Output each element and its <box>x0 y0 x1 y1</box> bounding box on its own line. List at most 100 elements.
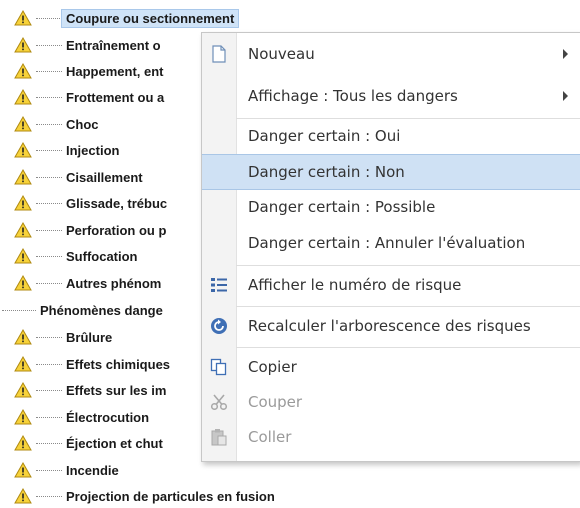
menu-item-label: Afficher le numéro de risque <box>248 276 462 294</box>
menu-item-copier[interactable]: Copier <box>202 350 580 384</box>
tree-connector <box>36 389 62 391</box>
warning-icon <box>14 142 32 158</box>
menu-item-label: Recalculer l'arborescence des risques <box>248 317 531 335</box>
tree-connector <box>36 123 62 125</box>
menu-item-label: Copier <box>248 358 297 376</box>
tree-item-label: Happement, ent <box>66 63 164 79</box>
tree-item[interactable]: Frottement ou a <box>14 85 164 109</box>
menu-item-couper[interactable]: Couper <box>202 385 580 419</box>
menu-item-recalculer[interactable]: Recalculer l'arborescence des risques <box>202 309 580 343</box>
warning-icon <box>14 169 32 185</box>
warning-icon <box>14 248 32 264</box>
warning-icon <box>14 329 32 345</box>
warning-icon <box>14 195 32 211</box>
copy-icon <box>210 358 227 376</box>
numbered-list-icon <box>211 278 227 292</box>
tree-item[interactable]: Éjection et chut <box>14 431 163 455</box>
tree-connector <box>36 229 62 231</box>
tree-connector <box>36 363 62 365</box>
tree-item[interactable]: Injection <box>14 138 119 162</box>
tree-item-label: Injection <box>66 142 120 158</box>
warning-icon <box>14 37 32 53</box>
submenu-arrow-icon <box>563 49 568 59</box>
paste-icon <box>211 429 227 446</box>
tree-connector <box>36 255 62 257</box>
tree-connector <box>36 17 62 19</box>
tree-connector <box>36 495 62 497</box>
tree-group-phenomenes[interactable]: Phénomènes dange <box>0 298 163 322</box>
scissors-icon <box>210 394 228 411</box>
tree-connector <box>36 416 62 418</box>
warning-icon <box>14 435 32 451</box>
menu-item-label: Danger certain : Oui <box>248 127 401 145</box>
tree-item-label: Autres phénom <box>66 275 162 291</box>
tree-item-label: Coupure ou sectionnement <box>61 8 240 28</box>
new-document-icon <box>212 45 226 63</box>
tree-connector <box>36 176 62 178</box>
tree-item[interactable]: Électrocution <box>14 405 149 429</box>
tree-item-coupure[interactable]: Coupure ou sectionnement <box>14 6 240 30</box>
tree-connector <box>36 282 62 284</box>
menu-item-label: Danger certain : Annuler l'évaluation <box>248 234 526 252</box>
menu-item-danger-annuler[interactable]: Danger certain : Annuler l'évaluation <box>202 226 580 260</box>
tree-item[interactable]: Autres phénom <box>14 271 161 295</box>
warning-icon <box>14 10 32 26</box>
tree-item-label: Choc <box>66 116 99 132</box>
warning-icon <box>14 63 32 79</box>
tree-item[interactable]: Incendie <box>14 458 119 482</box>
tree-group-label: Phénomènes dange <box>40 302 163 318</box>
tree-item-label: Incendie <box>66 462 119 478</box>
menu-item-affichage[interactable]: Affichage : Tous les dangers <box>202 79 580 113</box>
menu-item-danger-non[interactable]: Danger certain : Non <box>202 154 580 190</box>
tree-item[interactable]: Cisaillement <box>14 165 143 189</box>
tree-connector <box>36 70 62 72</box>
tree-item-label: Effets sur les im <box>66 382 167 398</box>
tree-item[interactable]: Effets sur les im <box>14 378 166 402</box>
menu-item-nouveau[interactable]: Nouveau <box>202 37 580 71</box>
tree-item[interactable]: Projection de particules en fusion <box>14 484 275 508</box>
tree-item-label: Frottement ou a <box>66 89 165 105</box>
tree-connector <box>36 336 62 338</box>
tree-item-label: Électrocution <box>66 409 150 425</box>
tree-item[interactable]: Perforation ou p <box>14 218 166 242</box>
refresh-icon <box>211 318 227 334</box>
tree-item[interactable]: Choc <box>14 112 99 136</box>
menu-item-label: Danger certain : Non <box>248 163 405 181</box>
tree-item[interactable]: Glissade, trébuc <box>14 191 167 215</box>
tree-item-label: Éjection et chut <box>66 435 163 451</box>
menu-separator <box>236 265 580 266</box>
warning-icon <box>14 222 32 238</box>
tree-item-label: Glissade, trébuc <box>66 195 168 211</box>
tree-item[interactable]: Suffocation <box>14 244 138 268</box>
tree-item-label: Projection de particules en fusion <box>66 488 275 504</box>
menu-item-danger-possible[interactable]: Danger certain : Possible <box>202 190 580 224</box>
menu-item-coller[interactable]: Coller <box>202 420 580 454</box>
menu-separator <box>236 306 580 307</box>
tree-connector <box>36 44 62 46</box>
tree-item-label: Cisaillement <box>66 169 143 185</box>
menu-item-label: Nouveau <box>248 45 315 63</box>
tree-connector <box>36 96 62 98</box>
warning-icon <box>14 462 32 478</box>
tree-item[interactable]: Brûlure <box>14 325 112 349</box>
warning-icon <box>14 275 32 291</box>
menu-separator <box>236 347 580 348</box>
menu-item-danger-oui[interactable]: Danger certain : Oui <box>202 119 580 153</box>
tree-connector <box>36 202 62 204</box>
tree-item[interactable]: Happement, ent <box>14 59 164 83</box>
tree-connector <box>36 469 62 471</box>
tree-item[interactable]: Effets chimiques <box>14 352 170 376</box>
tree-item-label: Suffocation <box>66 248 138 264</box>
tree-connector <box>2 309 36 311</box>
tree-connector <box>36 149 62 151</box>
tree-item-label: Effets chimiques <box>66 356 171 372</box>
tree-connector <box>36 442 62 444</box>
warning-icon <box>14 89 32 105</box>
warning-icon <box>14 356 32 372</box>
context-menu: Nouveau Affichage : Tous les dangers Dan… <box>201 32 580 462</box>
tree-item[interactable]: Entraînement o <box>14 33 161 57</box>
menu-item-afficher-numero[interactable]: Afficher le numéro de risque <box>202 268 580 302</box>
tree-item-label: Entraînement o <box>66 37 161 53</box>
warning-icon <box>14 382 32 398</box>
tree-item-label: Brûlure <box>66 329 113 345</box>
